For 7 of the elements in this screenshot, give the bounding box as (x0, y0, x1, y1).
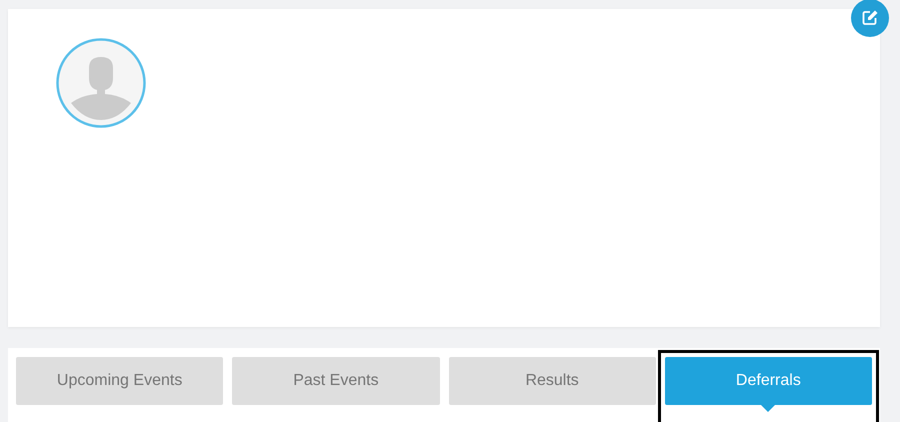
edit-button[interactable] (851, 0, 889, 37)
edit-icon (861, 9, 879, 27)
tab[interactable]: Upcoming Events (16, 357, 224, 405)
tab[interactable]: Past Events (232, 357, 440, 405)
tab[interactable]: Results (448, 357, 656, 405)
avatar-icon (56, 38, 146, 128)
pointer-icon (761, 405, 776, 412)
